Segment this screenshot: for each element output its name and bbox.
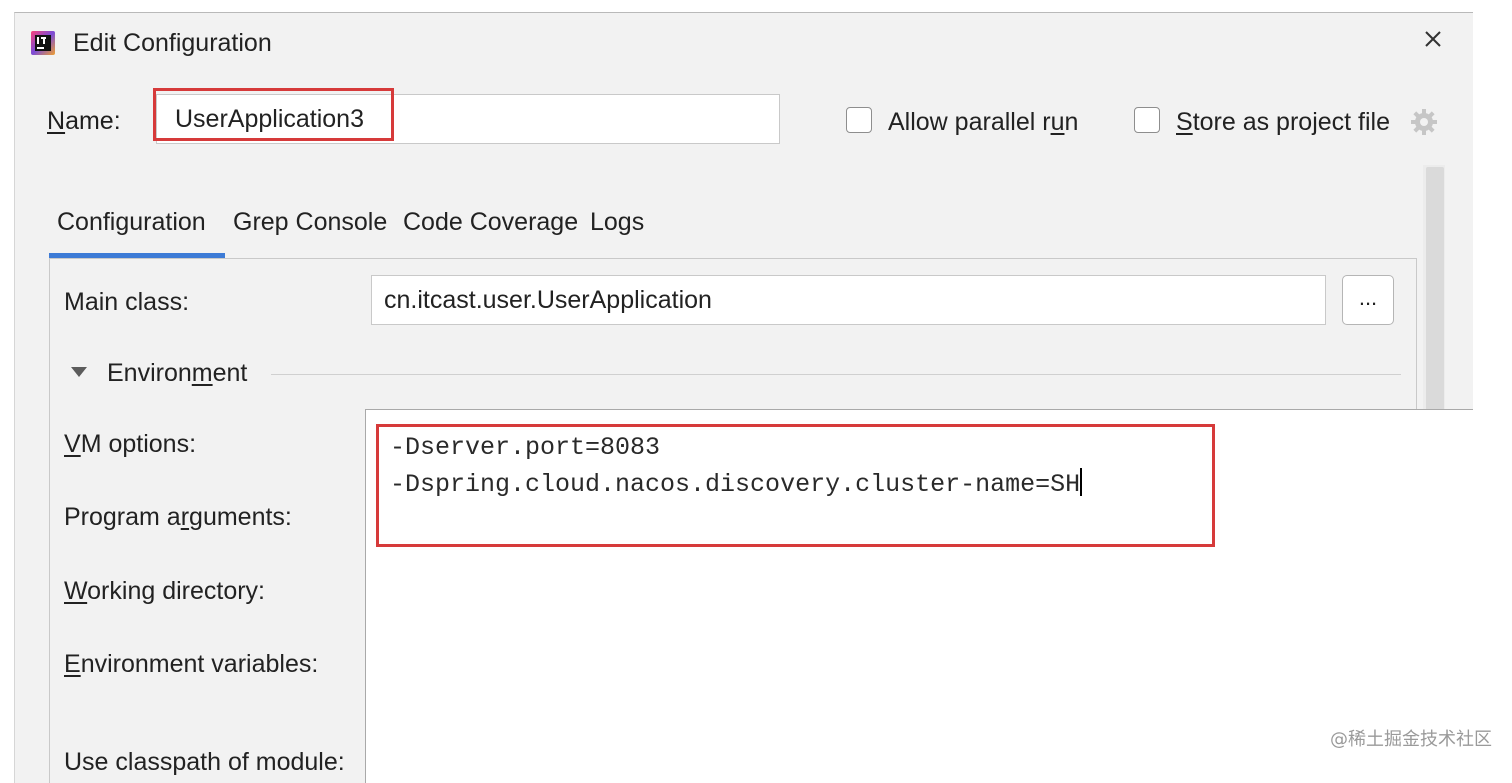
main-class-label: Main class: [64, 288, 190, 316]
text-caret [1080, 468, 1083, 496]
main-class-input[interactable]: cn.itcast.user.UserApplication [371, 275, 1326, 325]
dialog-title: Edit Configuration [73, 29, 272, 57]
program-arguments-label: Program arguments: [64, 503, 292, 531]
browse-main-class-button[interactable]: ... [1342, 275, 1394, 325]
tab-code-coverage[interactable]: Code Coverage [403, 206, 578, 238]
name-label: Name: [47, 107, 121, 135]
watermark: @稀土掘金技术社区 [1330, 729, 1492, 750]
environment-variables-label: Environment variables: [64, 650, 319, 678]
store-as-project-file-label[interactable]: Store as project file [1176, 106, 1390, 138]
vm-option-line: -Dserver.port=8083 [390, 433, 661, 462]
use-classpath-label: Use classpath of module: [64, 748, 345, 776]
name-input[interactable]: UserApplication3 [156, 94, 780, 144]
store-as-project-file-checkbox[interactable] [1134, 107, 1160, 133]
environment-section-header[interactable]: Environment [65, 357, 1415, 393]
intellij-icon [31, 31, 55, 55]
edit-configuration-dialog: Edit Configuration Name: UserApplication… [14, 12, 1473, 783]
gear-icon[interactable] [1409, 107, 1439, 137]
section-divider [271, 374, 1401, 375]
tab-configuration[interactable]: Configuration [57, 206, 206, 238]
allow-parallel-run-checkbox[interactable] [846, 107, 872, 133]
close-icon[interactable] [1419, 25, 1447, 53]
vm-option-line: -Dspring.cloud.nacos.discovery.cluster-n… [390, 468, 1083, 499]
working-directory-label: Working directory: [64, 577, 266, 605]
tab-grep-console[interactable]: Grep Console [233, 206, 387, 238]
tab-logs[interactable]: Logs [590, 206, 644, 238]
vm-options-label: VM options: [64, 430, 197, 458]
chevron-down-icon[interactable] [71, 367, 87, 377]
allow-parallel-run-label[interactable]: Allow parallel run [888, 106, 1078, 138]
environment-label: Environment [107, 359, 248, 387]
scrollbar-thumb[interactable] [1426, 167, 1444, 417]
vm-options-editor[interactable]: -Dserver.port=8083 -Dspring.cloud.nacos.… [365, 409, 1473, 783]
